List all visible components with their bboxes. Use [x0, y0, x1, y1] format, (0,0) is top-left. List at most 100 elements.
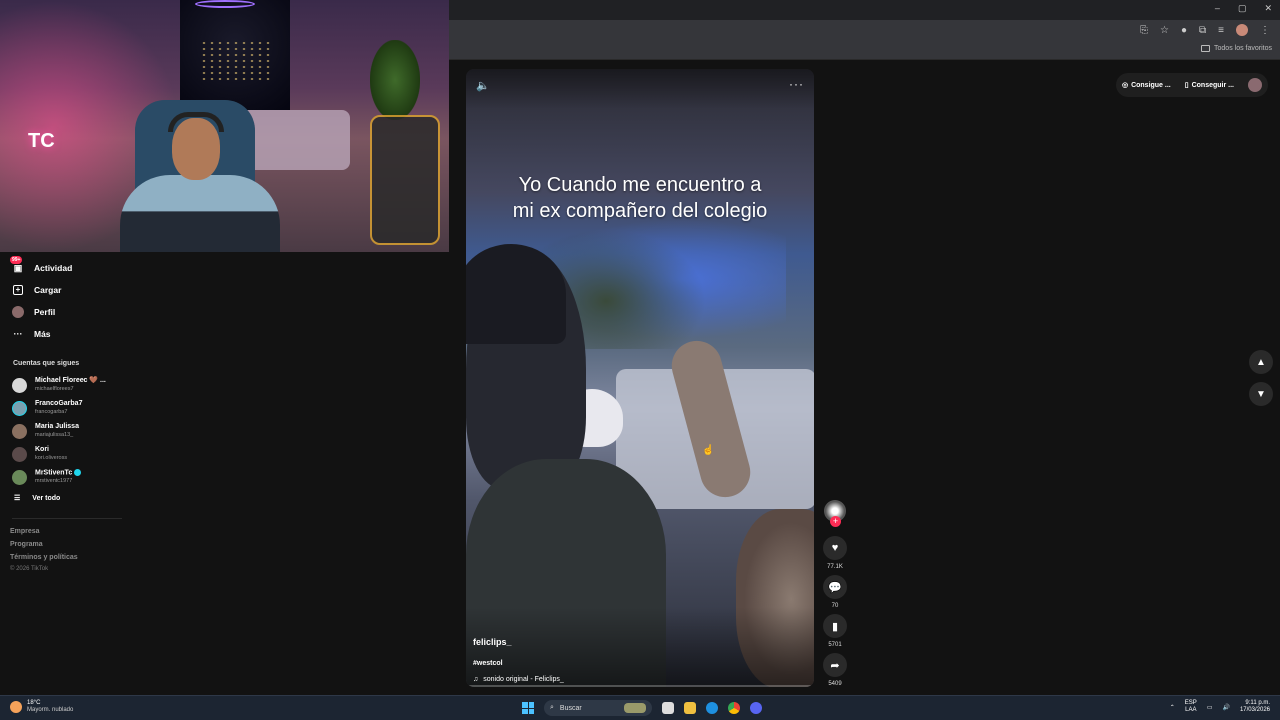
- like-action[interactable]: ♥ 77.1K: [822, 536, 848, 570]
- chrome-icon[interactable]: [728, 702, 740, 714]
- avatar: [12, 469, 27, 485]
- windows-start-icon[interactable]: [522, 702, 534, 714]
- minimize-button[interactable]: –: [1215, 3, 1220, 14]
- more-options-icon[interactable]: ···: [789, 77, 804, 91]
- footer-link-company[interactable]: Empresa: [10, 528, 40, 535]
- following-name: MrStivenTc: [35, 469, 82, 477]
- video-caption: Yo Cuando me encuentro a mi ex compañero…: [466, 172, 814, 224]
- menu-dots-icon[interactable]: ⋮: [1260, 25, 1270, 36]
- comment-action[interactable]: 💬 70: [822, 575, 848, 609]
- streamer-jacket: [120, 175, 280, 252]
- following-title: Cuentas que sigues: [13, 360, 80, 367]
- top-right-actions: ◎ Consigue ... ▯ Conseguir ...: [1115, 73, 1268, 97]
- sidebar-item-more[interactable]: ··· Más: [12, 328, 51, 340]
- sidebar-item-profile[interactable]: Perfil: [12, 306, 55, 318]
- heart-icon[interactable]: ♥: [823, 536, 847, 560]
- avatar: [12, 400, 27, 416]
- bookmark-star-icon[interactable]: ☆: [1160, 25, 1169, 36]
- sidebar-item-label: Actividad: [34, 263, 73, 273]
- profile-avatar[interactable]: [1236, 24, 1248, 36]
- video-author[interactable]: feliclips_: [473, 637, 512, 647]
- sidebar-item-upload[interactable]: + Cargar: [12, 284, 61, 296]
- following-handle: michaelflorees7: [35, 386, 74, 392]
- weather-widget[interactable]: 18°C Mayorm. nublado: [10, 700, 73, 714]
- search-label: Buscar: [559, 704, 582, 712]
- toolbar-icons: ⎘ ☆ ● ⧉ ≡ ⋮: [1140, 24, 1270, 36]
- list-icon: ☰: [14, 495, 21, 502]
- get-coins-button[interactable]: ◎ Consigue ...: [1121, 81, 1171, 90]
- browser-toolbar: ⎘ ☆ ● ⧉ ≡ ⋮: [449, 20, 1280, 42]
- speaker-icon[interactable]: 🔊: [1222, 704, 1229, 711]
- language-indicator[interactable]: ESP LAA: [1185, 700, 1197, 714]
- avatar: [12, 446, 27, 462]
- close-button[interactable]: ✕: [1264, 3, 1272, 14]
- pill-label: Conseguir ...: [1191, 81, 1234, 89]
- user-avatar[interactable]: [1248, 78, 1262, 92]
- install-app-icon[interactable]: ⎘: [1140, 25, 1148, 36]
- taskbar-search[interactable]: ⌕ Buscar: [544, 700, 652, 716]
- verified-icon: [74, 469, 82, 476]
- following-item[interactable]: FrancoGarba7 francogarba7: [12, 400, 82, 416]
- more-dots-icon: ···: [13, 329, 23, 339]
- discord-icon[interactable]: [750, 702, 762, 714]
- clock-date: 17/03/2026: [1239, 707, 1270, 713]
- phone-icon: ▯: [1184, 82, 1189, 89]
- following-item[interactable]: Kori kori.oliveross: [12, 446, 67, 462]
- video-hashtag[interactable]: #westcol: [473, 660, 503, 667]
- following-item[interactable]: MrStivenTc mrstiventc1977: [12, 469, 82, 485]
- neon-sign: TC: [28, 130, 55, 152]
- following-item[interactable]: Michael Floreес 🤎 ... michaelflorees7: [12, 377, 106, 393]
- monitor-icon[interactable]: ▭: [1207, 704, 1213, 711]
- folder-icon: [1201, 45, 1211, 52]
- sidebar-item-activity[interactable]: ▣ 99+ Actividad: [10, 256, 73, 274]
- webcam-overlay: TC: [0, 0, 449, 252]
- clock[interactable]: 9:11 p.m. 17/03/2026: [1240, 700, 1270, 714]
- following-name: FrancoGarba7: [35, 400, 83, 407]
- main-feed: 🔈 ··· Yo Cuando me encuentro a mi ex com…: [449, 60, 1280, 695]
- save-action[interactable]: ▮ 5701: [822, 614, 848, 648]
- maximize-button[interactable]: ▢: [1238, 3, 1247, 14]
- follow-plus-button[interactable]: +: [830, 516, 841, 527]
- following-item[interactable]: Maria Julissa mariajulissa13_: [12, 423, 79, 439]
- see-all-button[interactable]: ☰ Ver todo: [14, 494, 61, 503]
- chevron-up-icon[interactable]: ▲: [1249, 350, 1273, 374]
- chevron-down-icon[interactable]: ▼: [1249, 382, 1273, 406]
- mouse-cursor-icon: ☝: [702, 445, 715, 456]
- system-tray: ⌃ ESP LAA ▭ 🔊 9:11 p.m. 17/03/2026: [1170, 700, 1270, 714]
- extension-icon[interactable]: ●: [1181, 25, 1187, 36]
- comment-icon[interactable]: 💬: [823, 575, 847, 599]
- media-icon[interactable]: ≡: [1218, 25, 1224, 36]
- share-icon[interactable]: ➦: [823, 653, 847, 677]
- taskbar-apps: ⌕ Buscar: [522, 700, 762, 716]
- task-view-icon[interactable]: [662, 702, 674, 714]
- footer-link-program[interactable]: Programa: [10, 541, 43, 548]
- screen: – ▢ ✕ ⎘ ☆ ● ⧉ ≡ ⋮ Todos los favoritos TC: [0, 0, 1280, 720]
- sound-label: sonido original - Feliclips_: [483, 676, 564, 683]
- clock-time: 9:11 p.m.: [1245, 700, 1270, 706]
- file-explorer-icon[interactable]: [684, 702, 696, 714]
- volume-icon[interactable]: 🔈: [476, 79, 490, 92]
- video-progress-bar[interactable]: [466, 685, 814, 687]
- divider: [12, 518, 122, 519]
- video-player[interactable]: 🔈 ··· Yo Cuando me encuentro a mi ex com…: [466, 69, 814, 687]
- footer-link-terms[interactable]: Términos y políticas: [10, 554, 78, 561]
- coin-icon: ◎: [1121, 82, 1129, 89]
- lang-line: LAA: [1185, 707, 1197, 713]
- video-bottom-gradient: [466, 607, 814, 687]
- sidebar: ▣ 99+ Actividad + Cargar Perfil ··· Más C…: [0, 252, 449, 695]
- see-all-label: Ver todo: [32, 494, 61, 502]
- share-action[interactable]: ➦ 5409: [822, 653, 848, 687]
- taskbar: 18°C Mayorm. nublado ⌕ Buscar ⌃ ESP LAA …: [0, 695, 1280, 720]
- chevron-up-icon[interactable]: ⌃: [1170, 704, 1175, 711]
- pill-label: Consigue ...: [1131, 81, 1171, 89]
- headset: [168, 112, 224, 132]
- video-sound[interactable]: ♫ sonido original - Feliclips_: [473, 676, 564, 683]
- gaming-chair: [370, 115, 440, 245]
- puzzle-icon[interactable]: ⧉: [1199, 25, 1206, 36]
- comment-count: 70: [831, 603, 839, 609]
- get-app-button[interactable]: ▯ Conseguir ...: [1184, 81, 1234, 90]
- edge-icon[interactable]: [706, 702, 718, 714]
- all-bookmarks-button[interactable]: Todos los favoritos: [1201, 45, 1272, 52]
- all-bookmarks-label: Todos los favoritos: [1214, 45, 1272, 52]
- bookmark-icon[interactable]: ▮: [823, 614, 847, 638]
